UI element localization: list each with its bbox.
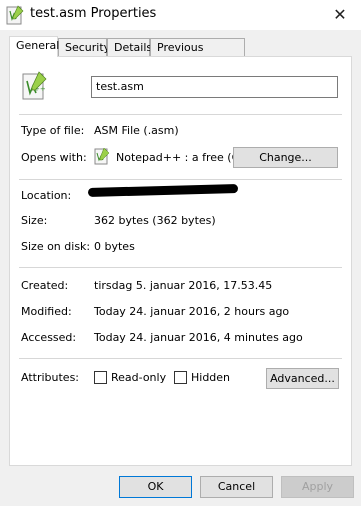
accessed-value: Today 24. januar 2016, 4 minutes ago: [94, 331, 303, 344]
modified-label: Modified:: [21, 305, 72, 318]
separator: [19, 358, 342, 359]
type-value: ASM File (.asm): [94, 124, 179, 137]
separator: [19, 267, 342, 268]
size-label: Size:: [21, 214, 48, 227]
created-value: tirsdag 5. januar 2016, 17.53.45: [94, 279, 273, 292]
notepad-plus-plus-app-icon: [94, 147, 110, 165]
cancel-button[interactable]: Cancel: [200, 476, 273, 498]
modified-value: Today 24. januar 2016, 2 hours ago: [94, 305, 290, 318]
size-on-disk-label: Size on disk:: [21, 240, 91, 253]
size-on-disk-value: 0 bytes: [94, 240, 135, 253]
apply-button[interactable]: Apply: [281, 476, 354, 498]
file-name-field[interactable]: test.asm: [91, 76, 338, 98]
type-label: Type of file:: [21, 124, 85, 137]
hidden-checkbox[interactable]: [174, 371, 187, 384]
advanced-button[interactable]: Advanced...: [266, 368, 339, 389]
ok-button[interactable]: OK: [119, 476, 192, 498]
accessed-label: Accessed:: [21, 331, 77, 344]
separator: [19, 179, 342, 180]
notepad-plus-plus-file-icon: ++: [22, 71, 47, 100]
readonly-label: Read-only: [111, 371, 167, 384]
size-value: 362 bytes (362 bytes): [94, 214, 216, 227]
created-label: Created:: [21, 279, 69, 292]
redacted-location: [87, 184, 239, 197]
readonly-checkbox[interactable]: [94, 371, 107, 384]
opens-with-value: Notepad++ : a free (GN: [116, 151, 249, 164]
attributes-label: Attributes:: [21, 371, 80, 384]
hidden-label: Hidden: [191, 371, 231, 384]
separator: [19, 114, 342, 115]
location-label: Location:: [21, 189, 72, 202]
opens-with-label: Opens with:: [21, 151, 87, 164]
change-button[interactable]: Change...: [233, 147, 338, 168]
